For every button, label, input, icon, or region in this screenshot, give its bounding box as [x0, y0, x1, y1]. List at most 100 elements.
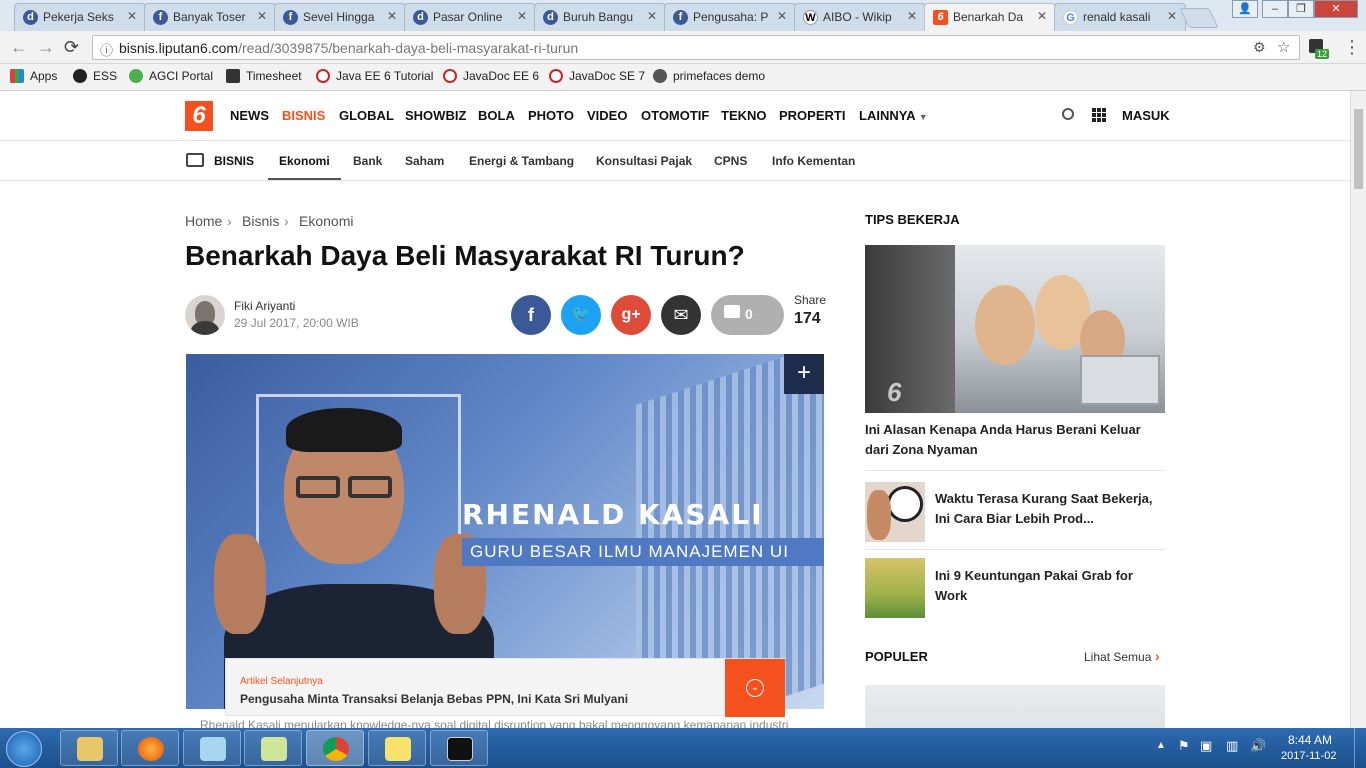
author-avatar[interactable] [185, 295, 225, 335]
bookmark-javadoc-ee6[interactable]: JavaDoc EE 6 [443, 69, 539, 83]
comments-button[interactable]: 0 [711, 295, 784, 335]
facebook-share-button[interactable]: f [511, 295, 551, 335]
bookmark-agci[interactable]: AGCI Portal [129, 69, 213, 83]
taskbar-cmd[interactable] [430, 730, 488, 766]
twitter-share-button[interactable]: 🐦 [561, 295, 601, 335]
close-icon[interactable]: ✕ [647, 9, 657, 23]
tray-device-icon[interactable]: ▣ [1200, 738, 1212, 754]
minimize-button[interactable]: – [1262, 0, 1288, 18]
tab-5[interactable]: d Buruh Bangu ✕ [534, 3, 666, 31]
tab-2[interactable]: f Banyak Toser ✕ [144, 3, 276, 31]
close-icon[interactable]: ✕ [257, 9, 267, 23]
nav-tekno[interactable]: TEKNO [721, 108, 767, 123]
tips-main-link[interactable]: Ini Alasan Kenapa Anda Harus Berani Kelu… [865, 420, 1165, 460]
reload-icon[interactable]: ⟳ [64, 37, 79, 58]
close-icon[interactable]: ✕ [1167, 9, 1177, 23]
subnav-saham[interactable]: Saham [405, 154, 444, 168]
next-article-title[interactable]: Pengusaha Minta Transaksi Belanja Bebas … [240, 692, 628, 706]
tab-4[interactable]: d Pasar Online ✕ [404, 3, 536, 31]
bookmark-timesheet[interactable]: Timesheet [226, 69, 302, 83]
user-icon[interactable]: 👤 [1232, 0, 1258, 18]
next-article-box[interactable]: Artikel Selanjutnya Pengusaha Minta Tran… [225, 658, 785, 717]
tab-3[interactable]: f Sevel Hingga ✕ [274, 3, 406, 31]
start-button[interactable] [6, 731, 42, 767]
info-icon[interactable]: ⓘ [100, 40, 113, 59]
close-icon[interactable]: ✕ [127, 9, 137, 23]
close-icon[interactable]: ✕ [907, 9, 917, 23]
breadcrumb-home[interactable]: Home [185, 213, 222, 229]
scrollbar[interactable] [1350, 91, 1366, 728]
subnav-bank[interactable]: Bank [353, 154, 382, 168]
close-icon[interactable]: ✕ [387, 9, 397, 23]
tray-flag-icon[interactable]: ⚑ [1178, 738, 1190, 754]
tab-6[interactable]: f Pengusaha: P ✕ [664, 3, 796, 31]
subnav-konsultasi-pajak[interactable]: Konsultasi Pajak [596, 154, 692, 168]
nav-otomotif[interactable]: OTOMOTIF [641, 108, 709, 123]
nav-video[interactable]: VIDEO [587, 108, 627, 123]
tray-volume-icon[interactable]: 🔊 [1250, 738, 1266, 754]
nav-news[interactable]: NEWS [230, 108, 269, 123]
bookmark-ess[interactable]: ESS [73, 69, 117, 83]
nav-bisnis[interactable]: BISNIS [282, 108, 325, 123]
subnav-cpns[interactable]: CPNS [714, 154, 747, 168]
tips-thumb-2[interactable] [865, 558, 925, 618]
subnav-info-kementan[interactable]: Info Kementan [772, 154, 855, 168]
tray-arrow-icon[interactable]: ▲ [1156, 740, 1166, 751]
nav-global[interactable]: GLOBAL [339, 108, 394, 123]
author-name[interactable]: Fiki Ariyanti [234, 299, 295, 313]
close-icon[interactable]: ✕ [777, 9, 787, 23]
bookmark-javadoc-se7[interactable]: JavaDoc SE 7 [549, 69, 645, 83]
nav-properti[interactable]: PROPERTI [779, 108, 845, 123]
googleplus-share-button[interactable]: g+ [611, 295, 651, 335]
nav-showbiz[interactable]: SHOWBIZ [405, 108, 466, 123]
subnav-ekonomi[interactable]: Ekonomi [268, 154, 341, 180]
tab-9[interactable]: G renald kasali ✕ [1054, 3, 1186, 31]
bookmark-javaee-tutorial[interactable]: Java EE 6 Tutorial [316, 69, 433, 83]
clock-time[interactable]: 8:44 AM [1288, 733, 1332, 747]
bookmark-primefaces[interactable]: primefaces demo [653, 69, 765, 83]
nav-lainnya[interactable]: LAINNYA ▼ [859, 108, 928, 123]
section-title[interactable]: BISNIS [214, 154, 254, 168]
breadcrumb-bisnis[interactable]: Bisnis [242, 213, 279, 229]
next-article-button[interactable]: ⌄ [725, 659, 785, 717]
show-desktop-button[interactable] [1354, 728, 1366, 768]
login-button[interactable]: MASUK [1122, 108, 1170, 123]
forward-arrow-icon[interactable]: → [37, 37, 55, 58]
maximize-button[interactable]: ❐ [1288, 0, 1314, 18]
clock-date[interactable]: 2017-11-02 [1281, 750, 1336, 762]
tab-1[interactable]: d Pekerja Seks ✕ [14, 3, 146, 31]
nav-bola[interactable]: BOLA [478, 108, 515, 123]
close-window-button[interactable]: ✕ [1314, 0, 1358, 18]
hero-image[interactable]: RHENALD KASALI GURU BESAR ILMU MANAJEMEN… [186, 354, 824, 709]
back-arrow-icon[interactable]: ← [10, 37, 28, 58]
tab-7[interactable]: W AIBO - Wikip ✕ [794, 3, 926, 31]
bookmark-apps[interactable]: Apps [10, 69, 57, 83]
breadcrumb-ekonomi[interactable]: Ekonomi [299, 213, 353, 229]
expand-plus-icon[interactable]: + [784, 354, 824, 394]
close-icon[interactable]: ✕ [517, 9, 527, 23]
taskbar-firefox[interactable] [121, 730, 179, 766]
liputan6-logo[interactable]: 6 [185, 101, 213, 131]
tips-thumb-1[interactable] [865, 482, 925, 542]
mail-share-button[interactable]: ✉ [661, 295, 701, 335]
taskbar-chrome[interactable] [306, 730, 364, 766]
scrollbar-thumb[interactable] [1354, 109, 1363, 189]
taskbar-explorer[interactable] [60, 730, 118, 766]
translate-icon[interactable]: ⚙ [1253, 39, 1266, 56]
taskbar-notepad[interactable] [244, 730, 302, 766]
search-icon[interactable] [1062, 108, 1074, 120]
menu-icon[interactable]: ⋮ [1343, 37, 1361, 58]
address-bar[interactable]: ⓘ bisnis.liputan6.com/read/3039875/benar… [92, 35, 1300, 60]
close-icon[interactable]: ✕ [1037, 9, 1047, 23]
subnav-energi[interactable]: Energi & Tambang [469, 154, 574, 168]
see-all-link[interactable]: Lihat Semua [1084, 650, 1151, 664]
tips-link-1[interactable]: Waktu Terasa Kurang Saat Bekerja, Ini Ca… [935, 489, 1165, 529]
taskbar-app[interactable] [183, 730, 241, 766]
tips-main-image[interactable]: 6 [865, 245, 1165, 413]
taskbar-sticky-notes[interactable] [368, 730, 426, 766]
bookmark-star-icon[interactable]: ☆ [1277, 38, 1290, 56]
populer-image[interactable] [865, 685, 1165, 728]
tray-network-icon[interactable]: ▥ [1226, 738, 1238, 754]
tips-link-2[interactable]: Ini 9 Keuntungan Pakai Grab for Work [935, 566, 1165, 606]
grid-menu-icon[interactable] [1092, 108, 1106, 122]
